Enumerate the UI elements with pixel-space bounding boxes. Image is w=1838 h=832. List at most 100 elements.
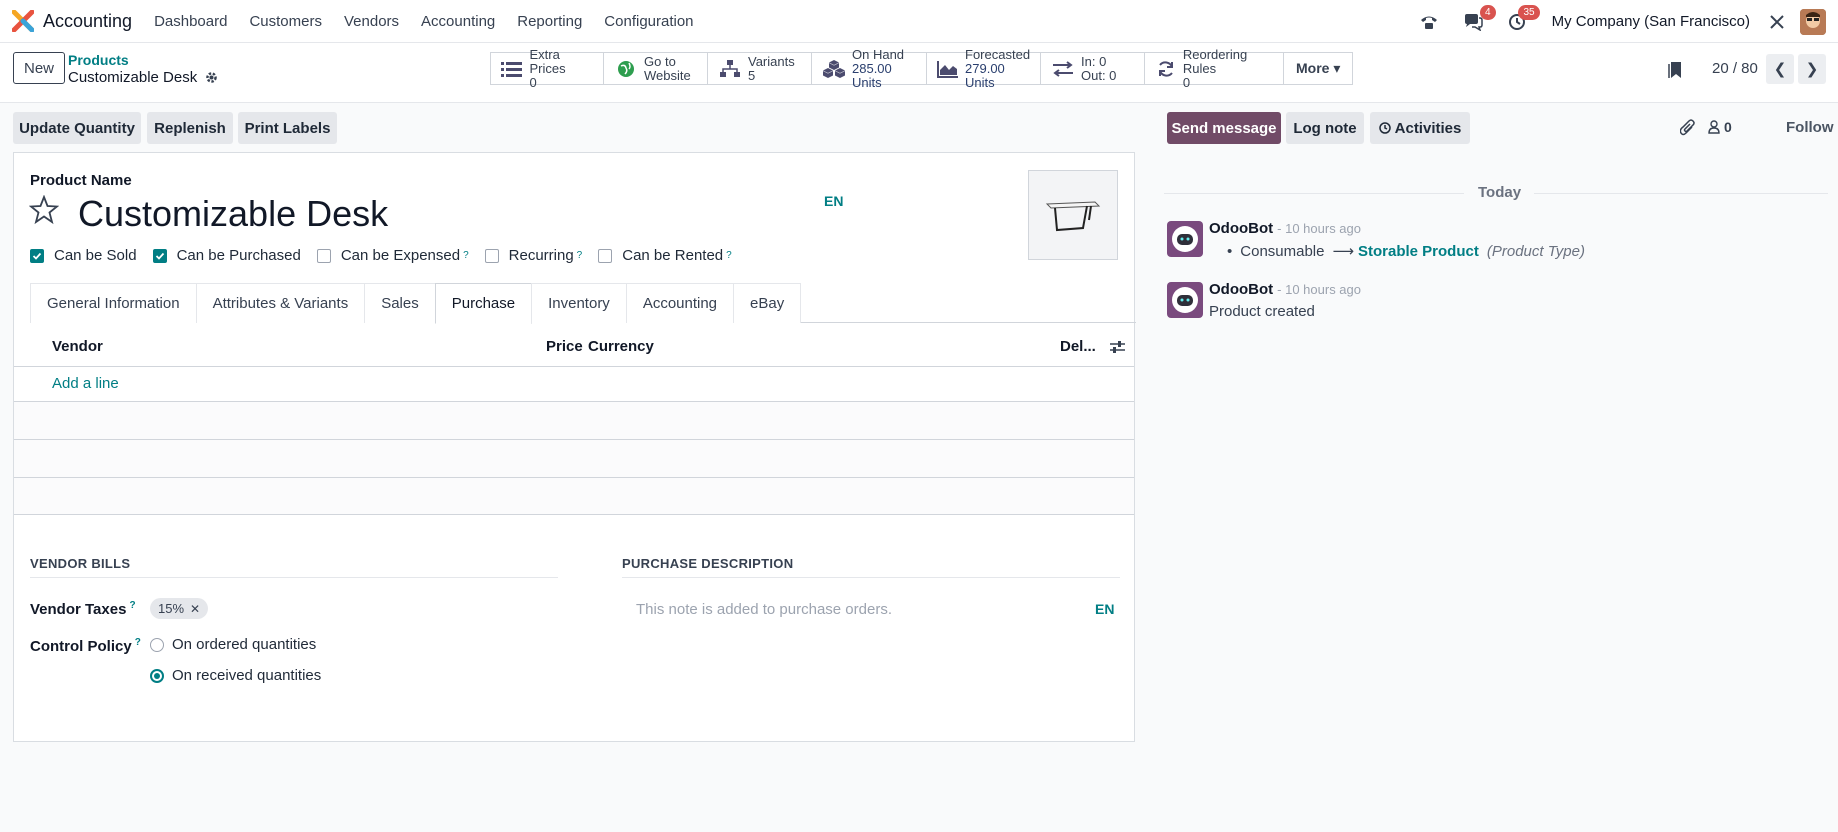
tab-inventory[interactable]: Inventory (531, 283, 627, 323)
favorite-star-icon[interactable] (29, 195, 59, 225)
forecasted-button[interactable]: Forecasted 279.00 Units (927, 47, 1041, 89)
exchange-icon (1051, 58, 1075, 80)
purchase-description-section: PURCHASE DESCRIPTION (622, 556, 1120, 578)
more-button[interactable]: More ▾ (1284, 53, 1353, 84)
vendor-table-header: Vendor Price Currency Del... (14, 327, 1134, 367)
product-name-input[interactable]: Customizable Desk (78, 193, 388, 235)
followers-button[interactable]: 0 (1708, 119, 1732, 135)
policy-received-radio[interactable]: On received quantities (150, 667, 321, 684)
product-image[interactable] (1028, 170, 1118, 260)
refresh-icon (1155, 58, 1177, 80)
help-tooltip-icon[interactable]: ? (577, 250, 583, 261)
menu-vendors[interactable]: Vendors (344, 13, 399, 30)
vendor-tax-tag[interactable]: 15% ✕ (150, 598, 209, 619)
author-name: OdooBot (1209, 220, 1274, 237)
activities-button[interactable]: Activities (1370, 112, 1470, 144)
can-be-purchased-checkbox[interactable]: Can be Purchased (152, 247, 301, 264)
menu-dashboard[interactable]: Dashboard (154, 13, 227, 30)
reordering-rules-button[interactable]: Reordering Rules 0 (1145, 47, 1284, 89)
policy-ordered-radio[interactable]: On ordered quantities (150, 636, 316, 653)
can-be-sold-checkbox[interactable]: Can be Sold (30, 247, 137, 264)
vendor-taxes-text: Vendor Taxes (30, 601, 127, 618)
help-tooltip-icon[interactable]: ? (135, 637, 141, 648)
author-name: OdooBot (1209, 281, 1274, 298)
in-out-button[interactable]: In: 0 Out: 0 (1041, 53, 1145, 84)
column-currency[interactable]: Currency (588, 338, 654, 355)
debug-tools-icon[interactable] (1764, 9, 1790, 35)
go-to-website-button[interactable]: Go to Website (604, 53, 708, 84)
odoobot-avatar[interactable] (1167, 221, 1203, 257)
print-labels-button[interactable]: Print Labels (238, 112, 337, 144)
app-title[interactable]: Accounting (43, 11, 132, 32)
can-be-rented-checkbox[interactable]: Can be Rented? (598, 247, 732, 264)
send-message-button[interactable]: Send message (1167, 112, 1281, 144)
company-switcher[interactable]: My Company (San Francisco) (1552, 13, 1750, 30)
can-be-purchased-label: Can be Purchased (176, 247, 301, 264)
user-avatar[interactable] (1800, 8, 1826, 35)
extra-prices-button[interactable]: Extra Prices 0 (491, 47, 604, 89)
reordering-rules-value: 0 (1182, 74, 1191, 90)
menu-reporting[interactable]: Reporting (517, 13, 582, 30)
followers-count: 0 (1724, 119, 1732, 135)
tab-sales[interactable]: Sales (364, 283, 436, 323)
tab-attributes-variants[interactable]: Attributes & Variants (195, 283, 366, 323)
form-sheet: Product Name Customizable Desk EN Can be… (13, 152, 1136, 742)
messages-badge: 4 (1480, 4, 1496, 20)
menu-accounting[interactable]: Accounting (421, 13, 495, 30)
recurring-checkbox[interactable]: Recurring? (484, 247, 583, 264)
column-delivery[interactable]: Del... (1060, 338, 1096, 355)
menu-configuration[interactable]: Configuration (604, 13, 693, 30)
tab-accounting[interactable]: Accounting (625, 283, 735, 323)
policy-ordered-label: On ordered quantities (172, 636, 317, 653)
forecasted-label: Forecasted (965, 46, 1031, 62)
column-price[interactable]: Price (546, 338, 583, 355)
replenish-button[interactable]: Replenish (147, 112, 233, 144)
pager-next-button[interactable]: ❯ (1798, 54, 1826, 84)
breadcrumb-products[interactable]: Products (68, 52, 129, 68)
chevron-right-icon: ❯ (1805, 61, 1819, 78)
activities-icon[interactable]: 35 (1504, 4, 1540, 35)
new-button[interactable]: New (13, 52, 65, 84)
menu-customers[interactable]: Customers (249, 13, 322, 30)
follow-button[interactable]: Follow (1786, 119, 1834, 136)
product-name-lang[interactable]: EN (824, 193, 843, 209)
desk-image-icon (1045, 201, 1101, 232)
reordering-rules-label: Reordering Rules (1182, 46, 1248, 76)
column-options-icon[interactable] (1110, 340, 1125, 354)
attachment-icon[interactable] (1680, 119, 1696, 137)
add-line-link[interactable]: Add a line (52, 375, 119, 392)
app-menu-icon[interactable] (11, 9, 35, 33)
remove-tag-icon[interactable]: ✕ (190, 602, 200, 616)
tab-ebay[interactable]: eBay (733, 283, 802, 323)
on-hand-button[interactable]: On Hand 285.00 Units (812, 47, 927, 89)
gear-icon[interactable] (205, 71, 218, 84)
bookmark-icon[interactable] (1668, 61, 1682, 79)
help-tooltip-icon[interactable]: ? (463, 250, 469, 261)
pager-value[interactable]: 20 / 80 (1712, 60, 1758, 77)
help-tooltip-icon[interactable]: ? (726, 250, 732, 261)
update-quantity-button[interactable]: Update Quantity (13, 112, 141, 144)
top-navbar: Accounting Dashboard Customers Vendors A… (0, 0, 1838, 43)
odoobot-avatar[interactable] (1167, 282, 1203, 318)
pager-previous-button[interactable]: ❮ (1766, 54, 1794, 84)
tab-purchase[interactable]: Purchase (434, 283, 533, 324)
globe-icon (614, 58, 638, 80)
phone-icon[interactable] (1416, 9, 1442, 35)
variants-button[interactable]: Variants 5 (708, 53, 812, 84)
breadcrumb-current: Customizable Desk (68, 69, 218, 86)
tracking-change: • Consumable ⟶ Storable Product (Product… (1227, 242, 1585, 261)
tracking-new-value: Storable Product (1358, 242, 1479, 260)
empty-row (14, 401, 1134, 439)
date-separator: Today (1164, 184, 1828, 204)
purchase-description-input[interactable]: This note is added to purchase orders. (636, 601, 892, 618)
log-note-button[interactable]: Log note (1286, 112, 1364, 144)
cubes-icon (822, 58, 846, 80)
extra-prices-value: 0 (529, 74, 537, 90)
purchase-description-lang[interactable]: EN (1095, 601, 1114, 617)
can-be-expensed-checkbox[interactable]: Can be Expensed? (316, 247, 469, 264)
tab-general-information[interactable]: General Information (30, 283, 197, 323)
recurring-label: Recurring (508, 247, 574, 264)
column-vendor[interactable]: Vendor (52, 338, 103, 355)
help-tooltip-icon[interactable]: ? (129, 600, 135, 611)
messages-icon[interactable]: 4 (1460, 4, 1496, 35)
